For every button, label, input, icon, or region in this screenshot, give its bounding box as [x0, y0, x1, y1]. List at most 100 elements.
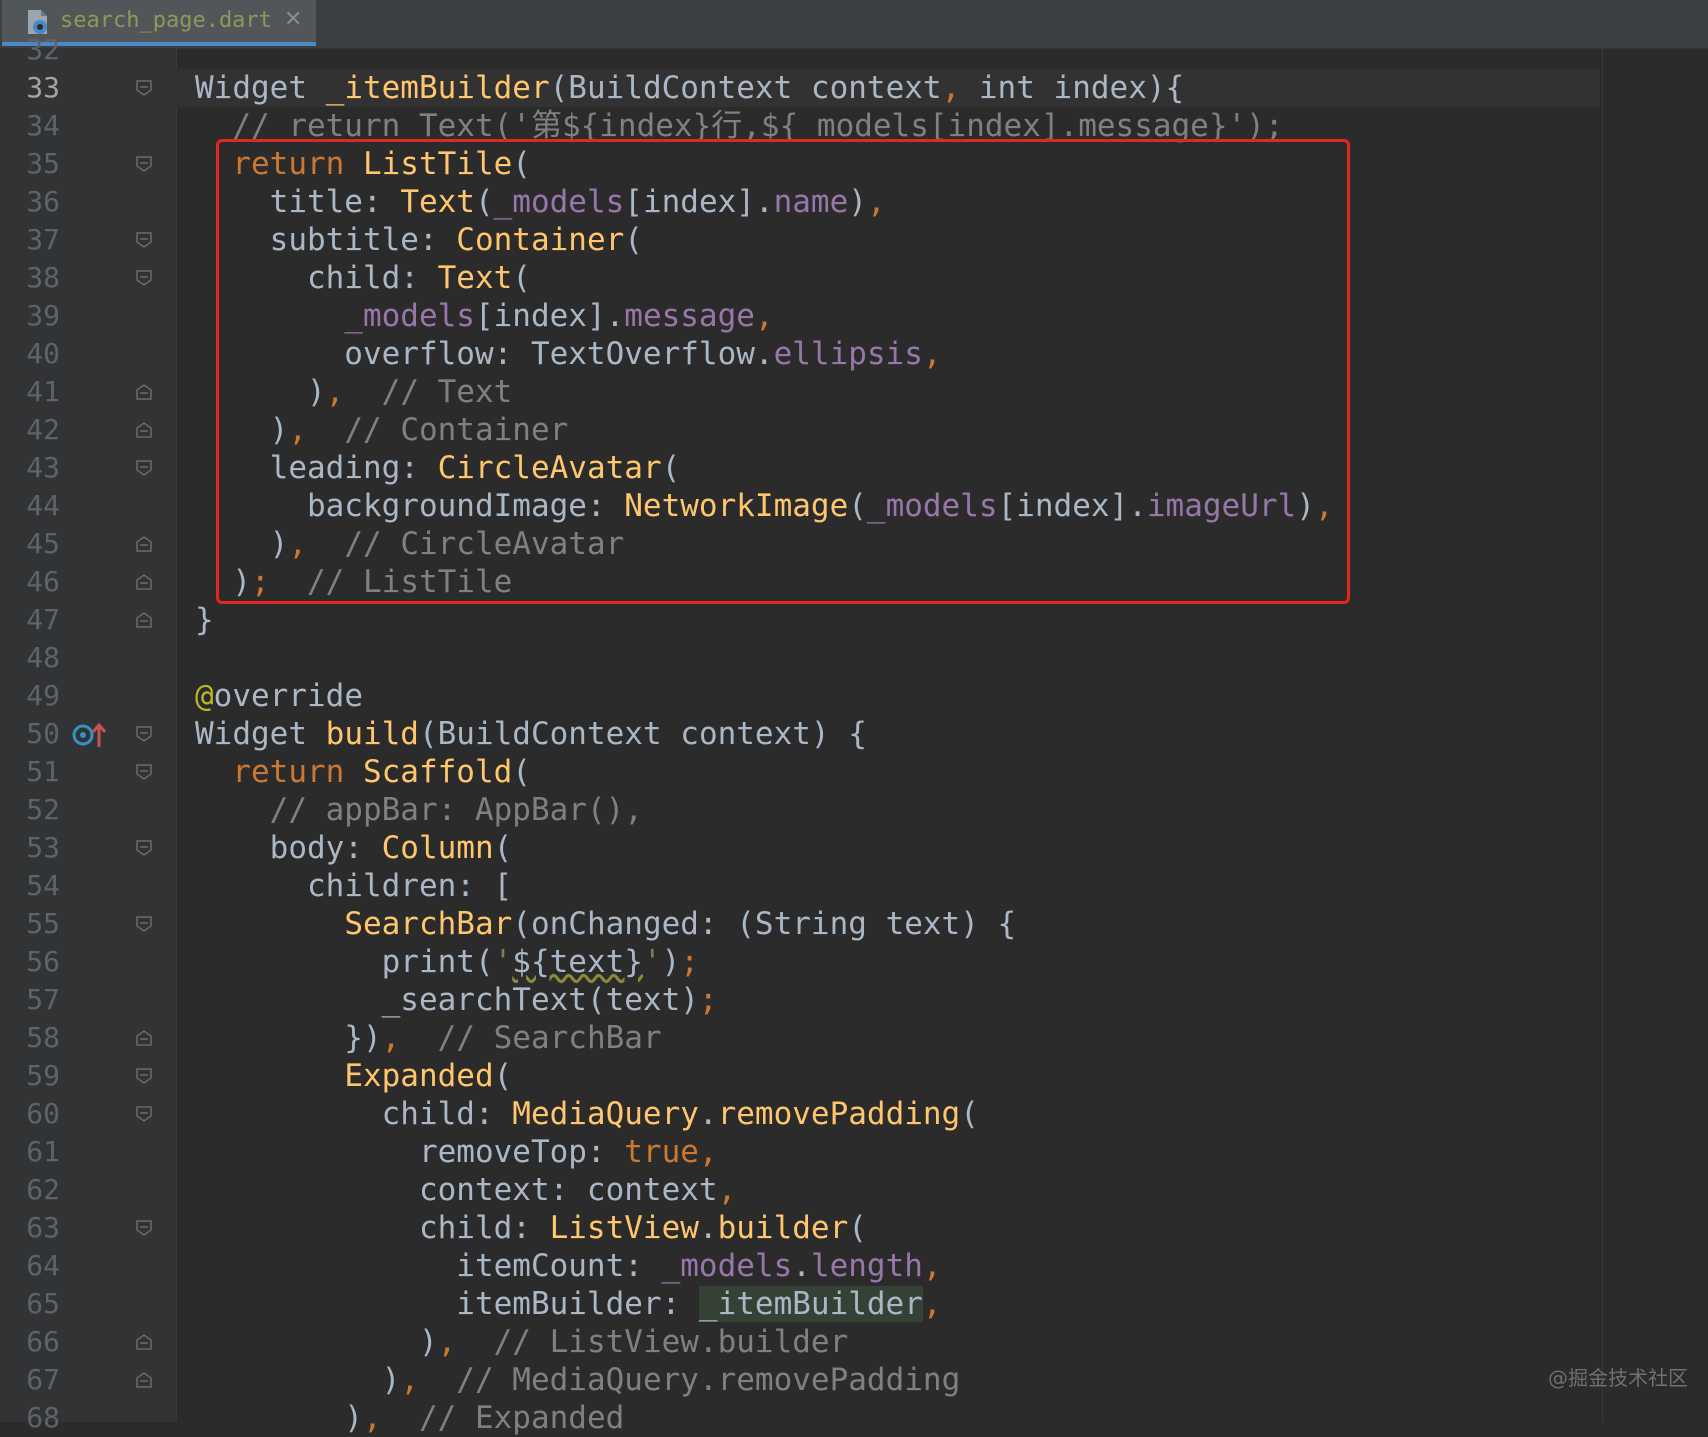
code-text[interactable]: ), // Expanded	[195, 1399, 624, 1437]
fold-open-icon[interactable]	[135, 763, 153, 781]
code-line: 49 @override	[0, 677, 1708, 715]
code-text[interactable]: }), // SearchBar	[195, 1019, 661, 1057]
line-number: 47	[26, 603, 60, 636]
code-line: 65 itemBuilder: _itemBuilder,	[0, 1285, 1708, 1323]
line-number: 44	[26, 489, 60, 522]
code-line: 34 // return Text('第${index}行,${ models[…	[0, 107, 1708, 145]
fold-open-icon[interactable]	[135, 79, 153, 97]
code-text[interactable]: _searchText(text);	[195, 981, 718, 1019]
code-text[interactable]: subtitle: Container(	[195, 221, 643, 259]
line-number: 40	[26, 337, 60, 370]
line-number: 49	[26, 679, 60, 712]
line-number: 64	[26, 1249, 60, 1282]
line-number: 42	[26, 413, 60, 446]
code-text[interactable]: backgroundImage: NetworkImage(_models[in…	[195, 487, 1334, 525]
code-text[interactable]: ), // Container	[195, 411, 569, 449]
close-icon[interactable]: ✕	[284, 7, 302, 32]
line-number: 45	[26, 527, 60, 560]
line-number: 63	[26, 1211, 60, 1244]
code-line: 41 ), // Text	[0, 373, 1708, 411]
code-line: 51 return Scaffold(	[0, 753, 1708, 791]
code-line: 53 body: Column(	[0, 829, 1708, 867]
code-text[interactable]: print('${text}');	[195, 943, 699, 981]
line-number: 67	[26, 1363, 60, 1396]
fold-open-icon[interactable]	[135, 1105, 153, 1123]
fold-open-icon[interactable]	[135, 1219, 153, 1237]
code-line: 48	[0, 639, 1708, 677]
line-number: 54	[26, 869, 60, 902]
fold-open-icon[interactable]	[135, 231, 153, 249]
code-text[interactable]: child: ListView.builder(	[195, 1209, 867, 1247]
fold-close-icon[interactable]	[135, 383, 153, 401]
code-text[interactable]: leading: CircleAvatar(	[195, 449, 681, 487]
line-number: 43	[26, 451, 60, 484]
code-line: 60 child: MediaQuery.removePadding(	[0, 1095, 1708, 1133]
line-number: 65	[26, 1287, 60, 1320]
code-text[interactable]: ), // Text	[195, 373, 512, 411]
fold-close-icon[interactable]	[135, 421, 153, 439]
code-line: 37 subtitle: Container(	[0, 221, 1708, 259]
line-number: 58	[26, 1021, 60, 1054]
code-line: 54 children: [	[0, 867, 1708, 905]
code-text[interactable]: ), // CircleAvatar	[195, 525, 625, 563]
tab-filename: search_page.dart	[60, 8, 272, 33]
fold-open-icon[interactable]	[135, 1067, 153, 1085]
line-number: 57	[26, 983, 60, 1016]
code-text[interactable]: Widget _itemBuilder(BuildContext context…	[195, 69, 1184, 107]
code-text[interactable]: children: [	[195, 867, 512, 905]
code-text[interactable]: itemCount: _models.length,	[195, 1247, 941, 1285]
code-text[interactable]: // appBar: AppBar(),	[195, 791, 643, 829]
fold-open-icon[interactable]	[135, 269, 153, 287]
line-number: 32	[26, 33, 60, 66]
fold-close-icon[interactable]	[135, 1029, 153, 1047]
code-text[interactable]: return Scaffold(	[195, 753, 531, 791]
code-text[interactable]: _models[index].message,	[195, 297, 773, 335]
line-number: 41	[26, 375, 60, 408]
fold-close-icon[interactable]	[135, 535, 153, 553]
line-number: 37	[26, 223, 60, 256]
code-text[interactable]: itemBuilder: _itemBuilder,	[195, 1285, 942, 1323]
fold-open-icon[interactable]	[135, 839, 153, 857]
code-line: 42 ), // Container	[0, 411, 1708, 449]
code-line: 66 ), // ListView.builder	[0, 1323, 1708, 1361]
code-text[interactable]: return ListTile(	[195, 145, 531, 183]
line-number: 56	[26, 945, 60, 978]
fold-close-icon[interactable]	[135, 611, 153, 629]
code-text[interactable]: overflow: TextOverflow.ellipsis,	[195, 335, 941, 373]
code-text[interactable]: Widget build(BuildContext context) {	[195, 715, 867, 753]
line-number: 55	[26, 907, 60, 940]
fold-open-icon[interactable]	[135, 459, 153, 477]
code-text[interactable]: body: Column(	[195, 829, 513, 867]
code-text[interactable]: context: context,	[195, 1171, 736, 1209]
code-text[interactable]: Expanded(	[195, 1057, 512, 1095]
code-line: 58 }), // SearchBar	[0, 1019, 1708, 1057]
line-number: 53	[26, 831, 60, 864]
code-text[interactable]: ); // ListTile	[195, 563, 512, 601]
fold-close-icon[interactable]	[135, 1333, 153, 1351]
code-text[interactable]: SearchBar(onChanged: (String text) {	[195, 905, 1016, 943]
fold-close-icon[interactable]	[135, 573, 153, 591]
line-number: 60	[26, 1097, 60, 1130]
fold-open-icon[interactable]	[135, 725, 153, 743]
override-method-icon[interactable]	[72, 721, 108, 749]
code-line: 44 backgroundImage: NetworkImage(_models…	[0, 487, 1708, 525]
line-number: 39	[26, 299, 60, 332]
code-text[interactable]: child: MediaQuery.removePadding(	[195, 1095, 979, 1133]
code-line: 67 ), // MediaQuery.removePadding	[0, 1361, 1708, 1399]
code-text[interactable]: ), // MediaQuery.removePadding	[195, 1361, 961, 1399]
code-line: 35 return ListTile(	[0, 145, 1708, 183]
fold-open-icon[interactable]	[135, 155, 153, 173]
code-text[interactable]: // return Text('第${index}行,${ models[ind…	[195, 107, 1283, 145]
fold-open-icon[interactable]	[135, 915, 153, 933]
code-text[interactable]: }	[195, 601, 214, 639]
fold-close-icon[interactable]	[135, 1371, 153, 1389]
code-text[interactable]: @override	[195, 677, 363, 715]
code-text[interactable]: title: Text(_models[index].name),	[195, 183, 886, 221]
code-text[interactable]: ), // ListView.builder	[195, 1323, 848, 1361]
line-number: 52	[26, 793, 60, 826]
code-line: 47 }	[0, 601, 1708, 639]
code-text[interactable]: child: Text(	[195, 259, 531, 297]
code-text[interactable]: removeTop: true,	[195, 1133, 718, 1171]
code-line: 55 SearchBar(onChanged: (String text) {	[0, 905, 1708, 943]
code-line: 57 _searchText(text);	[0, 981, 1708, 1019]
